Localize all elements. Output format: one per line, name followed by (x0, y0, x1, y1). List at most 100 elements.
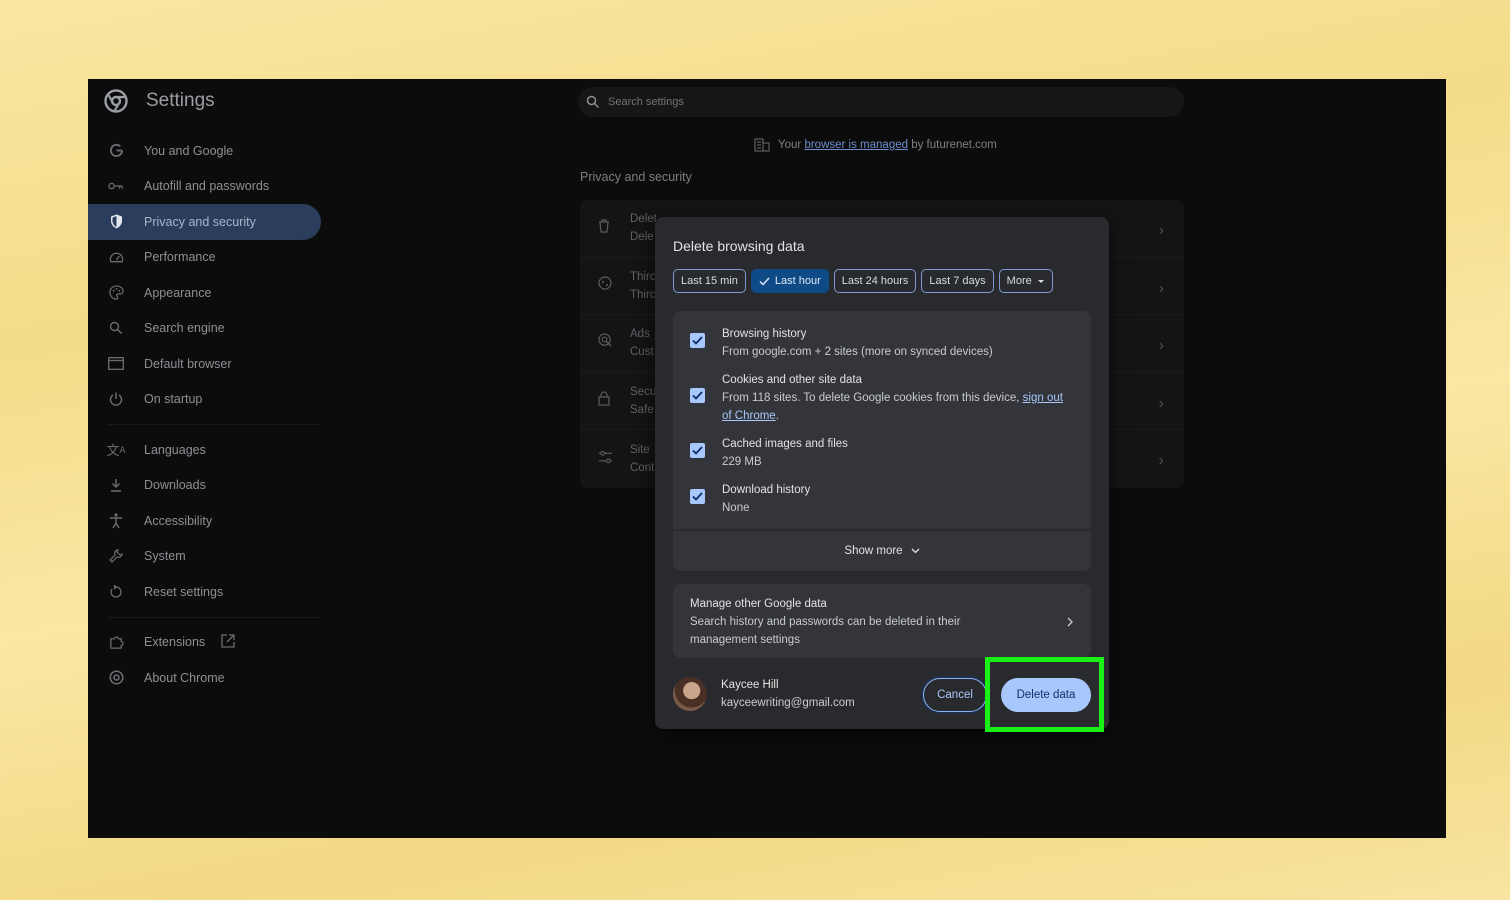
option-sub: None (722, 502, 750, 514)
reset-icon (108, 584, 124, 600)
checkbox-cached-images[interactable] (690, 443, 705, 458)
manage-sub: Search history and passwords can be dele… (690, 616, 961, 646)
chip-label: More (1006, 275, 1032, 287)
lock-icon (598, 391, 614, 411)
chip-more[interactable]: More (998, 269, 1053, 293)
chip-last-24-hours[interactable]: Last 24 hours (833, 269, 917, 293)
puzzle-icon (108, 634, 124, 650)
sidebar: You and Google Autofill and passwords Pr… (88, 133, 328, 696)
chip-last-15-min[interactable]: Last 15 min (673, 269, 746, 293)
sidebar-item-label: Downloads (144, 478, 206, 493)
sidebar-item-label: Accessibility (144, 513, 213, 528)
search-icon (108, 320, 124, 336)
sidebar-item-languages[interactable]: 文A Languages (88, 432, 328, 468)
option-label: Browsing history (722, 328, 807, 340)
cookie-icon (598, 276, 614, 295)
managed-notice: Your browser is managed by futurenet.com (754, 138, 997, 152)
row-title: Secu (630, 386, 657, 399)
option-download-history[interactable]: Download history None (690, 481, 1067, 517)
search-bar[interactable]: Search settings (578, 87, 1184, 117)
sidebar-item-label: Reset settings (144, 584, 224, 599)
row-subtitle: Thirc (630, 288, 656, 301)
sidebar-item-appearance[interactable]: Appearance (88, 275, 328, 311)
row-subtitle: Safe (630, 404, 654, 417)
checkmark-icon (692, 492, 703, 501)
wrench-icon (108, 548, 124, 564)
checkbox-download-history[interactable] (690, 489, 705, 504)
sidebar-divider (108, 616, 320, 618)
show-more-button[interactable]: Show more (673, 531, 1091, 571)
checkmark-icon (692, 336, 703, 345)
checkmark-icon (692, 446, 703, 455)
checkbox-browsing-history[interactable] (690, 333, 705, 348)
manage-google-data-link[interactable]: Manage other Google data Search history … (673, 584, 1091, 658)
sidebar-item-accessibility[interactable]: Accessibility (88, 503, 328, 539)
avatar (673, 677, 707, 711)
option-sub-end: . (775, 410, 779, 422)
shield-icon (108, 214, 124, 230)
header-brand: Settings (104, 89, 215, 113)
sidebar-item-performance[interactable]: Performance (88, 240, 328, 276)
browser-managed-link[interactable]: browser is managed (804, 139, 908, 151)
chip-last-7-days[interactable]: Last 7 days (921, 269, 994, 293)
google-g-icon (108, 143, 124, 159)
sidebar-item-on-startup[interactable]: On startup (88, 382, 328, 418)
option-label: Cookies and other site data (722, 374, 863, 386)
sidebar-item-privacy[interactable]: Privacy and security (88, 204, 321, 240)
checkbox-cookies[interactable] (690, 388, 705, 403)
translate-icon: 文A (106, 443, 126, 459)
delete-button-highlight-box (985, 657, 1104, 732)
key-icon (108, 178, 124, 194)
option-browsing-history[interactable]: Browsing history From google.com + 2 site… (690, 325, 1067, 361)
building-icon (754, 138, 770, 152)
page-title: Settings (146, 90, 215, 111)
checkmark-icon (692, 391, 703, 400)
chevron-right-icon: › (1158, 222, 1164, 239)
account-info: Kaycee Hill kayceewriting@gmail.com (673, 676, 855, 712)
sidebar-item-label: On startup (144, 392, 203, 407)
sidebar-item-reset-settings[interactable]: Reset settings (88, 574, 328, 610)
chip-label: Last 24 hours (841, 275, 909, 287)
browser-window-icon (108, 356, 124, 372)
option-sub-text: From 118 sites. To delete Google cookies… (722, 392, 1020, 404)
sidebar-item-you-and-google[interactable]: You and Google (88, 133, 328, 169)
option-cookies[interactable]: Cookies and other site data From 118 sit… (690, 371, 1067, 425)
dialog-title: Delete browsing data (673, 238, 805, 254)
section-title: Privacy and security (580, 170, 692, 184)
sidebar-item-system[interactable]: System (88, 539, 328, 575)
sidebar-item-label: System (144, 549, 186, 564)
accessibility-icon (108, 513, 124, 529)
manage-label: Manage other Google data (690, 598, 827, 610)
sidebar-item-about-chrome[interactable]: About Chrome (88, 660, 328, 696)
trash-icon (598, 219, 614, 238)
sidebar-item-default-browser[interactable]: Default browser (88, 346, 328, 382)
chip-last-hour[interactable]: Last hour (750, 269, 829, 293)
data-options-list: Browsing history From google.com + 2 site… (673, 311, 1091, 529)
sidebar-divider (108, 424, 320, 425)
chevron-down-icon (911, 548, 920, 554)
option-cached-images[interactable]: Cached images and files 229 MB (690, 435, 1067, 471)
sidebar-item-label: You and Google (144, 143, 234, 158)
chevron-right-icon: › (1158, 337, 1164, 355)
managed-prefix: Your (778, 139, 802, 151)
sidebar-item-extensions[interactable]: Extensions (88, 625, 328, 661)
sidebar-item-search-engine[interactable]: Search engine (88, 311, 328, 347)
row-title: Ads (630, 328, 650, 341)
speedometer-icon (108, 249, 124, 265)
sidebar-item-label: Autofill and passwords (144, 179, 270, 194)
time-range-chips: Last 15 min Last hour Last 24 hours Last… (673, 269, 1053, 293)
sidebar-item-downloads[interactable]: Downloads (88, 468, 328, 504)
delete-browsing-data-dialog: Delete browsing data Last 15 min Last ho… (655, 217, 1109, 729)
external-link-icon (221, 634, 235, 651)
search-icon (586, 95, 600, 109)
managed-suffix: by futurenet.com (911, 139, 997, 151)
power-icon (108, 391, 124, 407)
cancel-button[interactable]: Cancel (923, 678, 987, 712)
palette-icon (108, 285, 124, 301)
chip-label: Last 7 days (929, 275, 986, 287)
sidebar-item-label: Extensions (144, 635, 206, 650)
sliders-icon (598, 450, 614, 469)
sidebar-item-autofill[interactable]: Autofill and passwords (88, 169, 328, 205)
search-input[interactable]: Search settings (608, 96, 684, 108)
chrome-logo-icon (104, 89, 128, 113)
